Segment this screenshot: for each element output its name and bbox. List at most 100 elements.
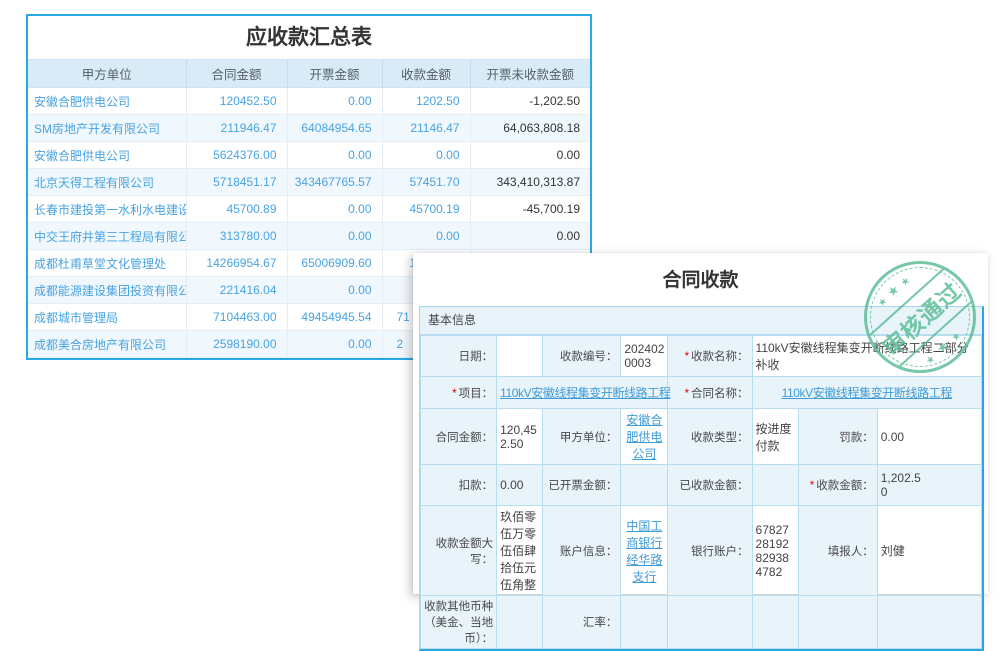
field-label-exchange-rate: 汇率： — [543, 596, 621, 649]
field-value-amount: 1,202.50 — [877, 465, 981, 506]
field-value-date[interactable] — [497, 336, 543, 377]
empty-cell — [752, 596, 798, 649]
column-header-party: 甲方单位 — [28, 60, 186, 88]
company-cell[interactable]: 安徽合肥供电公司 — [28, 142, 186, 169]
column-header-received-amount: 收款金额 — [382, 60, 470, 88]
amount-cell: 0.00 — [287, 196, 382, 223]
field-label-other-currency: 收款其他币种（美金、当地币）： — [421, 596, 497, 649]
company-cell[interactable]: 中交王府井第三工程局有限公 — [28, 223, 186, 250]
amount-cell: 1202.50 — [382, 88, 470, 115]
stamp-text: 审核通过 — [869, 269, 972, 367]
field-label-bank-account: 银行账户： — [668, 506, 752, 596]
amount-cell: 64084954.65 — [287, 115, 382, 142]
company-cell[interactable]: 成都美合房地产有限公司 — [28, 331, 186, 358]
field-value-project: 110kV安徽线程集变开断线路工程 — [497, 377, 668, 409]
required-marker: * — [685, 351, 689, 363]
company-cell[interactable]: SM房地产开发有限公司 — [28, 115, 186, 142]
field-label-receipt-type: 收款类型： — [668, 409, 752, 465]
field-label-account: 账户信息： — [543, 506, 621, 596]
approval-stamp: ★★★ 审核通过 ★★★ — [864, 261, 976, 373]
amount-cell: 64,063,808.18 — [470, 115, 590, 142]
required-marker: * — [685, 388, 689, 400]
field-value-other-currency[interactable] — [497, 596, 543, 649]
field-value-deduction: 0.00 — [497, 465, 543, 506]
company-cell[interactable]: 长春市建投第一水利水电建设 — [28, 196, 186, 223]
project-link[interactable]: 110kV安徽线程集变开断线路工程 — [500, 386, 670, 400]
table-row: 安徽合肥供电公司 5624376.00 0.00 0.00 0.00 — [28, 142, 590, 169]
amount-cell: 0.00 — [287, 277, 382, 304]
amount-cell: -45,700.19 — [470, 196, 590, 223]
amount-cell: 14266954.67 — [186, 250, 287, 277]
amount-cell: 343,410,313.87 — [470, 169, 590, 196]
amount-cell: 65006909.60 — [287, 250, 382, 277]
required-marker: * — [810, 480, 814, 492]
field-value-exchange-rate[interactable] — [621, 596, 668, 649]
table-header-row: 甲方单位 合同金额 开票金额 收款金额 开票未收款金额 — [28, 60, 590, 88]
field-value-contract-amount: 120,452.50 — [497, 409, 543, 465]
field-value-contract-name: 110kV安徽线程集变开断线路工程 — [752, 377, 981, 409]
amount-cell: 5624376.00 — [186, 142, 287, 169]
column-header-invoiced-amount: 开票金额 — [287, 60, 382, 88]
stamp-stars: ★★★ — [850, 247, 941, 331]
contract-name-link[interactable]: 110kV安徽线程集变开断线路工程 — [782, 386, 952, 400]
party-a-link[interactable]: 安徽合肥供电公司 — [626, 413, 662, 461]
field-label-received: 已收款金额： — [668, 465, 752, 506]
field-label-amount-words: 收款金额大写： — [421, 506, 497, 596]
field-label-party-a: 甲方单位： — [543, 409, 621, 465]
column-header-contract-amount: 合同金额 — [186, 60, 287, 88]
company-cell[interactable]: 安徽合肥供电公司 — [28, 88, 186, 115]
receipt-form-table: 日期： 收款编号： 2024020003 *收款名称： 110kV安徽线程集变开… — [420, 335, 982, 649]
amount-cell: 2598190.00 — [186, 331, 287, 358]
amount-cell: 0.00 — [470, 142, 590, 169]
field-label-penalty: 罚款： — [798, 409, 877, 465]
amount-cell: 0.00 — [382, 142, 470, 169]
field-label-invoiced: 已开票金额： — [543, 465, 621, 506]
amount-cell: 313780.00 — [186, 223, 287, 250]
amount-cell: -1,202.50 — [470, 88, 590, 115]
field-value-receipt-type: 按进度付款 — [752, 409, 798, 465]
amount-cell: 0.00 — [287, 142, 382, 169]
amount-cell: 221416.04 — [186, 277, 287, 304]
contract-receipt-window: 合同收款 ★★★ 审核通过 ★★★ 基本信息 日期： 收款编号： 2024020… — [413, 253, 988, 594]
amount-cell: 0.00 — [287, 331, 382, 358]
empty-cell — [668, 596, 752, 649]
field-value-invoiced[interactable] — [621, 465, 668, 506]
table-row: 北京天得工程有限公司 5718451.17 343467765.57 57451… — [28, 169, 590, 196]
amount-cell: 49454945.54 — [287, 304, 382, 331]
amount-cell: 7104463.00 — [186, 304, 287, 331]
company-cell[interactable]: 成都城市管理局 — [28, 304, 186, 331]
field-label-date: 日期： — [421, 336, 497, 377]
field-label-filler: 填报人： — [798, 506, 877, 596]
amount-cell: 0.00 — [287, 223, 382, 250]
summary-title: 应收款汇总表 — [28, 16, 590, 59]
field-value-account: 中国工商银行经华路支行 — [621, 506, 668, 596]
field-value-party-a: 安徽合肥供电公司 — [621, 409, 668, 465]
column-header-unpaid-amount: 开票未收款金额 — [470, 60, 590, 88]
field-label-project: *项目： — [421, 377, 497, 409]
amount-cell: 21146.47 — [382, 115, 470, 142]
field-label-contract-amount: 合同金额： — [421, 409, 497, 465]
company-cell[interactable]: 北京天得工程有限公司 — [28, 169, 186, 196]
field-label-deduction: 扣款： — [421, 465, 497, 506]
company-cell[interactable]: 成都能源建设集团投资有限公 — [28, 277, 186, 304]
table-row: 中交王府井第三工程局有限公 313780.00 0.00 0.00 0.00 — [28, 223, 590, 250]
field-value-bank-account: 6782728192829384782 — [752, 506, 798, 596]
company-cell[interactable]: 成都杜甫草堂文化管理处 — [28, 250, 186, 277]
table-row: 安徽合肥供电公司 120452.50 0.00 1202.50 -1,202.5… — [28, 88, 590, 115]
empty-cell — [877, 596, 981, 649]
amount-cell: 211946.47 — [186, 115, 287, 142]
field-value-filler: 刘健 — [877, 506, 981, 596]
stamp-band-line — [860, 260, 953, 344]
table-row: 长春市建投第一水利水电建设 45700.89 0.00 45700.19 -45… — [28, 196, 590, 223]
amount-cell: 343467765.57 — [287, 169, 382, 196]
amount-cell: 5718451.17 — [186, 169, 287, 196]
empty-cell — [798, 596, 877, 649]
account-link[interactable]: 中国工商银行经华路支行 — [626, 519, 662, 584]
amount-cell: 0.00 — [382, 223, 470, 250]
amount-cell: 0.00 — [470, 223, 590, 250]
field-value-received[interactable] — [752, 465, 798, 506]
field-label-amount: *收款金额： — [798, 465, 877, 506]
field-label-receipt-no: 收款编号： — [543, 336, 621, 377]
required-marker: * — [452, 388, 456, 400]
amount-cell: 120452.50 — [186, 88, 287, 115]
